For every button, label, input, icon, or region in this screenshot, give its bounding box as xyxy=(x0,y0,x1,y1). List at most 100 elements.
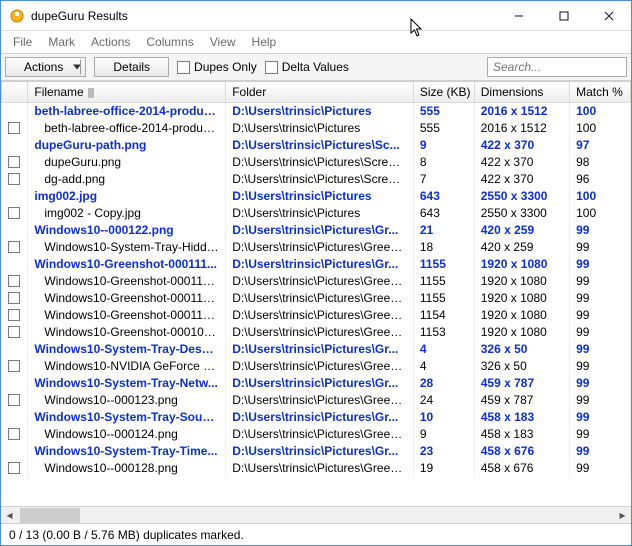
table-row[interactable]: Windows10--000128.pngD:\Users\trinsic\Pi… xyxy=(2,460,631,477)
cell-folder: D:\Users\trinsic\Pictures\Greenshot xyxy=(226,426,414,443)
table-row[interactable]: beth-labree-office-2014-produc...D:\User… xyxy=(2,103,631,120)
row-checkbox-cell[interactable] xyxy=(2,154,28,171)
cell-filename: img002.jpg xyxy=(28,188,226,205)
checkbox-icon[interactable] xyxy=(8,207,20,219)
row-checkbox-cell[interactable] xyxy=(2,256,28,273)
table-row[interactable]: Windows10--000123.pngD:\Users\trinsic\Pi… xyxy=(2,392,631,409)
header-folder[interactable]: Folder xyxy=(226,82,414,103)
cell-size: 8 xyxy=(413,154,474,171)
checkbox-icon[interactable] xyxy=(8,326,20,338)
row-checkbox-cell[interactable] xyxy=(2,426,28,443)
cell-size: 9 xyxy=(413,137,474,154)
checkbox-icon[interactable] xyxy=(8,462,20,474)
table-row[interactable]: Windows10-System-Tray-Soun...D:\Users\tr… xyxy=(2,409,631,426)
actions-dropdown[interactable]: Actions xyxy=(5,57,86,77)
row-checkbox-cell[interactable] xyxy=(2,409,28,426)
cell-filename: Windows10-Greenshot-000110.png xyxy=(28,273,226,290)
menu-mark[interactable]: Mark xyxy=(40,33,83,51)
cell-filename: Windows10-Greenshot-000113.png xyxy=(28,307,226,324)
checkbox-icon[interactable] xyxy=(8,122,20,134)
table-row[interactable]: Windows10-Greenshot-000112.pngD:\Users\t… xyxy=(2,290,631,307)
cell-match: 100 xyxy=(570,103,631,120)
row-checkbox-cell[interactable] xyxy=(2,290,28,307)
cell-filename: Windows10-System-Tray-HiddenCont... xyxy=(28,239,226,256)
table-row[interactable]: img002 - Copy.jpgD:\Users\trinsic\Pictur… xyxy=(2,205,631,222)
table-row[interactable]: Windows10-Greenshot-000111...D:\Users\tr… xyxy=(2,256,631,273)
horizontal-scrollbar[interactable]: ◂ ▸ xyxy=(1,506,631,523)
scroll-right-icon[interactable]: ▸ xyxy=(614,507,631,524)
menu-columns[interactable]: Columns xyxy=(138,33,201,51)
table-row[interactable]: Windows10-System-Tray-HiddenCont...D:\Us… xyxy=(2,239,631,256)
checkbox-icon[interactable] xyxy=(8,275,20,287)
row-checkbox-cell[interactable] xyxy=(2,120,28,137)
cell-match: 99 xyxy=(570,409,631,426)
row-checkbox-cell[interactable] xyxy=(2,239,28,256)
results-grid[interactable]: Filename Folder Size (KB) Dimensions Mat… xyxy=(1,82,631,506)
row-checkbox-cell[interactable] xyxy=(2,341,28,358)
header-dimensions[interactable]: Dimensions xyxy=(474,82,569,103)
menu-actions[interactable]: Actions xyxy=(83,33,138,51)
delta-values-checkbox[interactable]: Delta Values xyxy=(265,60,349,74)
menu-file[interactable]: File xyxy=(5,33,40,51)
checkbox-icon[interactable] xyxy=(8,309,20,321)
row-checkbox-cell[interactable] xyxy=(2,222,28,239)
maximize-button[interactable] xyxy=(541,1,586,30)
row-checkbox-cell[interactable] xyxy=(2,324,28,341)
row-checkbox-cell[interactable] xyxy=(2,460,28,477)
menu-view[interactable]: View xyxy=(202,33,244,51)
minimize-button[interactable] xyxy=(496,1,541,30)
cell-size: 555 xyxy=(413,120,474,137)
table-row[interactable]: Windows10-NVIDIA GeForce Overlay-...D:\U… xyxy=(2,358,631,375)
scroll-thumb[interactable] xyxy=(20,508,80,523)
scroll-left-icon[interactable]: ◂ xyxy=(1,507,18,524)
checkbox-icon[interactable] xyxy=(8,394,20,406)
cell-folder: D:\Users\trinsic\Pictures\Sc... xyxy=(226,137,414,154)
search-input[interactable] xyxy=(487,57,627,77)
row-checkbox-cell[interactable] xyxy=(2,188,28,205)
checkbox-icon[interactable] xyxy=(8,241,20,253)
table-row[interactable]: Windows10--000122.pngD:\Users\trinsic\Pi… xyxy=(2,222,631,239)
row-checkbox-cell[interactable] xyxy=(2,171,28,188)
header-size[interactable]: Size (KB) xyxy=(413,82,474,103)
cell-folder: D:\Users\trinsic\Pictures\Gr... xyxy=(226,409,414,426)
close-button[interactable] xyxy=(586,1,631,30)
row-checkbox-cell[interactable] xyxy=(2,358,28,375)
header-checkbox[interactable] xyxy=(2,82,28,103)
table-row[interactable]: Windows10-System-Tray-Time...D:\Users\tr… xyxy=(2,443,631,460)
row-checkbox-cell[interactable] xyxy=(2,375,28,392)
table-row[interactable]: Windows10-System-Tray-Deskt...D:\Users\t… xyxy=(2,341,631,358)
checkbox-icon xyxy=(177,61,190,74)
table-row[interactable]: Windows10--000124.pngD:\Users\trinsic\Pi… xyxy=(2,426,631,443)
details-button[interactable]: Details xyxy=(94,57,169,77)
checkbox-icon[interactable] xyxy=(8,156,20,168)
cell-filename: Windows10--000123.png xyxy=(28,392,226,409)
table-row[interactable]: dg-add.pngD:\Users\trinsic\Pictures\Scre… xyxy=(2,171,631,188)
menu-help[interactable]: Help xyxy=(244,33,285,51)
table-row[interactable]: Windows10-System-Tray-Netw...D:\Users\tr… xyxy=(2,375,631,392)
table-row[interactable]: beth-labree-office-2014-product-key ...D… xyxy=(2,120,631,137)
checkbox-icon[interactable] xyxy=(8,292,20,304)
table-row[interactable]: Windows10-Greenshot-000113.pngD:\Users\t… xyxy=(2,307,631,324)
dupes-only-checkbox[interactable]: Dupes Only xyxy=(177,60,257,74)
row-checkbox-cell[interactable] xyxy=(2,392,28,409)
header-match[interactable]: Match % xyxy=(570,82,631,103)
cell-size: 9 xyxy=(413,426,474,443)
checkbox-icon[interactable] xyxy=(8,428,20,440)
header-filename[interactable]: Filename xyxy=(28,82,226,103)
table-row[interactable]: dupeGuru.pngD:\Users\trinsic\Pictures\Sc… xyxy=(2,154,631,171)
table-row[interactable]: dupeGuru-path.pngD:\Users\trinsic\Pictur… xyxy=(2,137,631,154)
table-row[interactable]: Windows10-Greenshot-000109.pngD:\Users\t… xyxy=(2,324,631,341)
row-checkbox-cell[interactable] xyxy=(2,137,28,154)
table-row[interactable]: img002.jpgD:\Users\trinsic\Pictures64325… xyxy=(2,188,631,205)
cell-dimensions: 1920 x 1080 xyxy=(474,307,569,324)
row-checkbox-cell[interactable] xyxy=(2,273,28,290)
row-checkbox-cell[interactable] xyxy=(2,307,28,324)
row-checkbox-cell[interactable] xyxy=(2,103,28,120)
cell-dimensions: 422 x 370 xyxy=(474,171,569,188)
row-checkbox-cell[interactable] xyxy=(2,205,28,222)
table-row[interactable]: Windows10-Greenshot-000110.pngD:\Users\t… xyxy=(2,273,631,290)
checkbox-icon[interactable] xyxy=(8,173,20,185)
row-checkbox-cell[interactable] xyxy=(2,443,28,460)
checkbox-icon[interactable] xyxy=(8,360,20,372)
cell-dimensions: 422 x 370 xyxy=(474,137,569,154)
